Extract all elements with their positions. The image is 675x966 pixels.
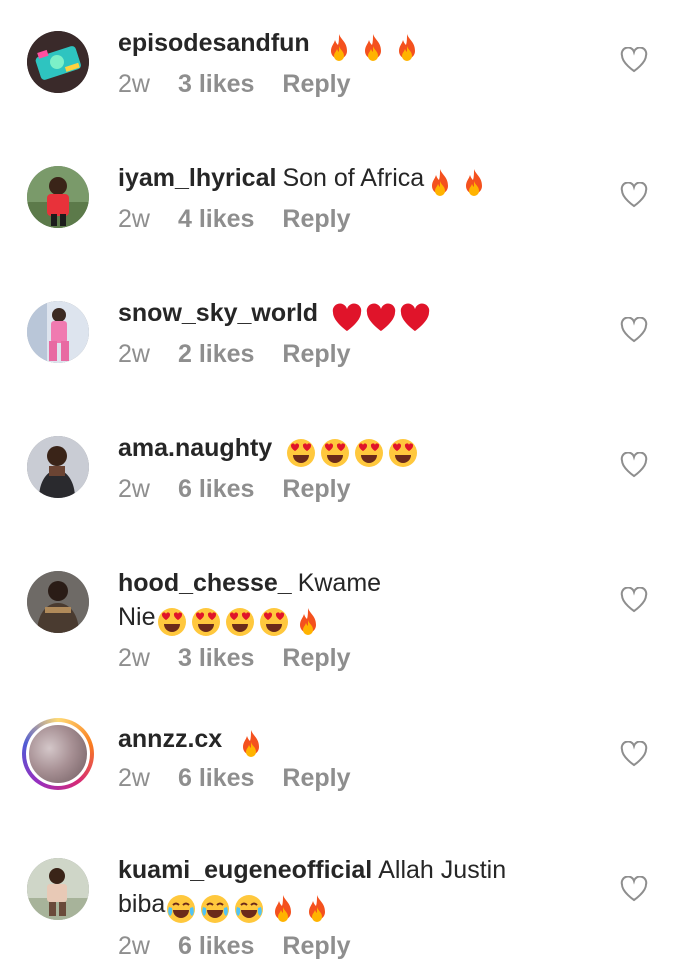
comment-text: Allah Justin	[378, 856, 507, 884]
comment-meta: 2w 6 likes Reply	[118, 473, 379, 505]
comment-text: Son of Africa	[282, 164, 425, 192]
fire-emoji	[323, 32, 355, 64]
fire-emoji	[391, 32, 423, 64]
comment-emojis	[424, 167, 492, 201]
comment-likes[interactable]: 4 likes	[178, 205, 254, 233]
like-heart-icon[interactable]	[620, 47, 648, 73]
comment-text-continued: biba	[118, 890, 166, 918]
like-heart-icon[interactable]	[620, 452, 648, 478]
comment-time: 2w	[118, 932, 150, 960]
avatar[interactable]	[27, 31, 89, 93]
comment-username[interactable]: hood_chesse_	[118, 569, 292, 597]
fire-emoji	[292, 606, 324, 638]
avatar[interactable]	[27, 166, 89, 228]
comment-likes[interactable]: 6 likes	[178, 764, 254, 792]
like-heart-icon[interactable]	[620, 587, 648, 613]
fire-emoji	[424, 167, 456, 199]
tears-of-joy-emoji	[165, 893, 197, 925]
comment-likes[interactable]: 3 likes	[178, 70, 254, 98]
reply-button[interactable]: Reply	[282, 644, 350, 672]
comment-username[interactable]: episodesandfun	[118, 29, 310, 57]
comment-meta: 2w 2 likes Reply	[118, 338, 379, 370]
fire-emoji	[458, 167, 490, 199]
reply-button[interactable]: Reply	[282, 475, 350, 503]
comment-meta: 2w 3 likes Reply	[118, 68, 379, 100]
red-heart-emoji	[365, 302, 397, 334]
comment-username[interactable]: kuami_eugeneofficial	[118, 856, 372, 884]
avatar[interactable]	[27, 301, 89, 363]
comment-emojis	[323, 32, 425, 66]
comment-meta: 2w 4 likes Reply	[118, 203, 379, 235]
comment-time: 2w	[118, 644, 150, 672]
comment-username[interactable]: iyam_lhyrical	[118, 164, 276, 192]
comment-emojis	[165, 893, 335, 927]
comment-emojis	[156, 606, 326, 640]
like-heart-icon[interactable]	[620, 741, 648, 767]
fire-emoji	[357, 32, 389, 64]
comment-time: 2w	[118, 764, 150, 792]
heart-eyes-emoji	[156, 606, 188, 638]
comment-emojis	[235, 728, 269, 762]
tears-of-joy-emoji	[233, 893, 265, 925]
comment-likes[interactable]: 2 likes	[178, 340, 254, 368]
reply-button[interactable]: Reply	[282, 764, 350, 792]
fire-emoji	[235, 728, 267, 760]
comment-time: 2w	[118, 205, 150, 233]
fire-emoji	[267, 893, 299, 925]
comment-text-continued: Nie	[118, 603, 156, 631]
comment-text: Kwame	[297, 569, 382, 597]
avatar	[26, 722, 90, 786]
avatar-story-ring[interactable]	[22, 718, 94, 790]
comment-likes[interactable]: 6 likes	[178, 475, 254, 503]
like-heart-icon[interactable]	[620, 876, 648, 902]
reply-button[interactable]: Reply	[282, 340, 350, 368]
like-heart-icon[interactable]	[620, 182, 648, 208]
reply-button[interactable]: Reply	[282, 932, 350, 960]
heart-eyes-emoji	[387, 437, 419, 469]
heart-eyes-emoji	[353, 437, 385, 469]
comment-likes[interactable]: 6 likes	[178, 932, 254, 960]
avatar[interactable]	[27, 436, 89, 498]
avatar[interactable]	[27, 571, 89, 633]
comment-emojis	[331, 302, 433, 336]
comment-username[interactable]: ama.naughty	[118, 434, 272, 462]
comment-emojis	[285, 437, 421, 471]
heart-eyes-emoji	[190, 606, 222, 638]
reply-button[interactable]: Reply	[282, 205, 350, 233]
comment-username[interactable]: annzz.cx	[118, 725, 222, 753]
heart-eyes-emoji	[224, 606, 256, 638]
comment-meta: 2w 3 likes Reply	[118, 642, 379, 674]
comment-time: 2w	[118, 340, 150, 368]
red-heart-emoji	[331, 302, 363, 334]
comment-meta: 2w 6 likes Reply	[118, 762, 379, 794]
comment-meta: 2w 6 likes Reply	[118, 930, 379, 962]
tears-of-joy-emoji	[199, 893, 231, 925]
red-heart-emoji	[399, 302, 431, 334]
avatar[interactable]	[27, 858, 89, 920]
fire-emoji	[301, 893, 333, 925]
comment-time: 2w	[118, 475, 150, 503]
like-heart-icon[interactable]	[620, 317, 648, 343]
comment-likes[interactable]: 3 likes	[178, 644, 254, 672]
heart-eyes-emoji	[319, 437, 351, 469]
comment-time: 2w	[118, 70, 150, 98]
heart-eyes-emoji	[258, 606, 290, 638]
reply-button[interactable]: Reply	[282, 70, 350, 98]
heart-eyes-emoji	[285, 437, 317, 469]
comment-username[interactable]: snow_sky_world	[118, 299, 318, 327]
